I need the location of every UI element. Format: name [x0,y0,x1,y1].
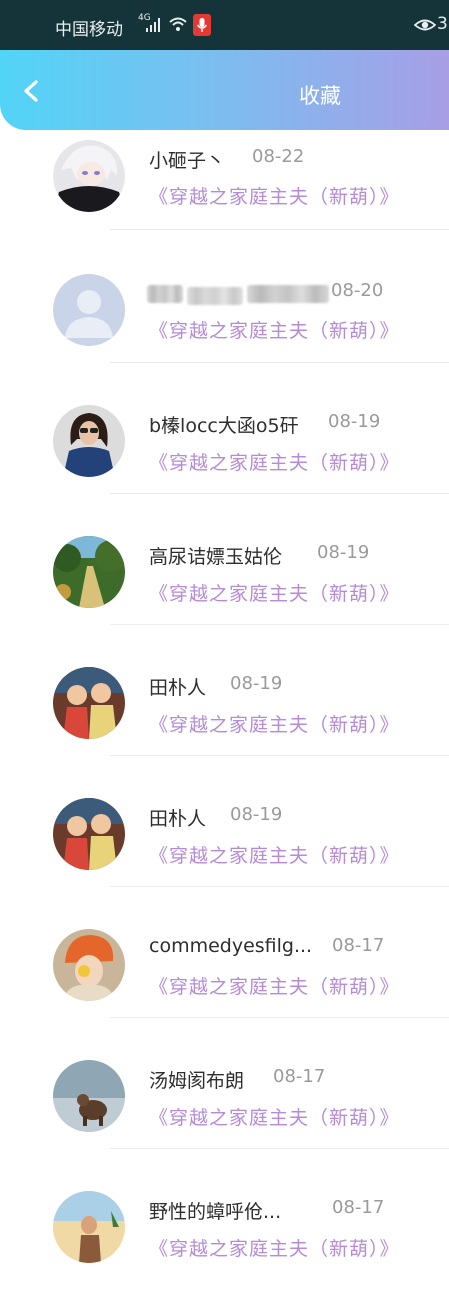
header-bar: 收藏 [0,50,449,130]
avatar[interactable] [53,274,125,346]
book-title[interactable]: 《穿越之家庭主夫（新葫）》 [149,448,400,475]
user-name: 高尿诘嫖玉姑伦 [149,546,283,568]
divider [110,229,449,230]
favorite-date: 08-19 [328,411,381,432]
eye-count: 3 [437,14,448,34]
book-title[interactable]: 《穿越之家庭主夫（新葫）》 [149,182,400,209]
page-title: 收藏 [299,84,341,108]
beach-girl-avatar [53,1191,125,1263]
two-kids-avatar [53,667,125,739]
favorite-date: 08-17 [332,935,385,956]
avatar[interactable] [53,536,125,608]
avatar[interactable] [53,1060,125,1132]
divider [110,493,449,494]
book-title[interactable]: 《穿越之家庭主夫（新葫）》 [149,841,400,868]
avatar[interactable] [53,798,125,870]
book-title[interactable]: 《穿越之家庭主夫（新葫）》 [149,579,400,606]
book-title[interactable]: 《穿越之家庭主夫（新葫）》 [149,972,400,999]
user-name: 小砸子丶 [149,150,226,172]
favorite-date: 08-17 [332,1197,385,1218]
list-item[interactable]: b榛locc大函o5矸 08-19 《穿越之家庭主夫（新葫）》 [0,387,449,517]
user-name: commedyesfilg... [149,935,313,957]
redacted-name [187,287,243,305]
two-kids-avatar [53,798,125,870]
user-name: 野性的蟑呼伧... [149,1201,282,1223]
avatar[interactable] [53,929,125,1001]
list-item[interactable]: 田朴人 08-19 《穿越之家庭主夫（新葫）》 [0,780,449,910]
list-item[interactable]: commedyesfilg... 08-17 《穿越之家庭主夫（新葫）》 [0,911,449,1041]
user-name: b榛locc大函o5矸 [149,415,299,437]
favorite-date: 08-19 [317,542,370,563]
divider [110,1148,449,1149]
status-bar: 中国移动 4G 3 [0,0,449,50]
favorite-date: 08-20 [331,280,384,301]
divider [110,886,449,887]
carrier-name: 中国移动 [55,20,123,40]
avatar[interactable] [53,405,125,477]
woman-sunglasses-avatar [53,405,125,477]
list-item[interactable]: 田朴人 08-19 《穿越之家庭主夫（新葫）》 [0,649,449,779]
book-title[interactable]: 《穿越之家庭主夫（新葫）》 [149,1103,400,1130]
list-item[interactable]: 08-20 《穿越之家庭主夫（新葫）》 [0,256,449,386]
favorite-date: 08-22 [252,146,305,167]
favorite-date: 08-19 [230,804,283,825]
list-item[interactable]: 小砸子丶 08-22 《穿越之家庭主夫（新葫）》 [0,125,449,255]
favorite-date: 08-19 [230,673,283,694]
microphone-icon [193,14,211,36]
avatar[interactable] [53,1191,125,1263]
book-title[interactable]: 《穿越之家庭主夫（新葫）》 [149,710,400,737]
redacted-name [247,285,329,303]
forest-path-avatar [53,536,125,608]
dog-seascape-avatar [53,1060,125,1132]
favorite-date: 08-17 [273,1066,326,1087]
redacted-name [147,285,183,303]
divider [110,362,449,363]
book-title[interactable]: 《穿越之家庭主夫（新葫）》 [149,1234,400,1261]
list-item[interactable]: 野性的蟑呼伧... 08-17 《穿越之家庭主夫（新葫）》 [0,1173,449,1303]
orange-hat-girl-avatar [53,929,125,1001]
avatar[interactable] [53,140,125,212]
divider [110,624,449,625]
default-user-avatar [53,274,125,346]
signal-icon [146,18,162,32]
wifi-icon [169,17,187,31]
list-item[interactable]: 高尿诘嫖玉姑伦 08-19 《穿越之家庭主夫（新葫）》 [0,518,449,648]
user-name: 田朴人 [149,677,207,699]
avatar[interactable] [53,667,125,739]
user-name: 汤姆阂布朗 [149,1070,245,1092]
divider [110,755,449,756]
divider [110,1017,449,1018]
book-title[interactable]: 《穿越之家庭主夫（新葫）》 [149,316,400,343]
anime-character-avatar [53,140,125,212]
eye-icon [414,19,436,31]
user-name: 田朴人 [149,808,207,830]
list-item[interactable]: 汤姆阂布朗 08-17 《穿越之家庭主夫（新葫）》 [0,1042,449,1172]
